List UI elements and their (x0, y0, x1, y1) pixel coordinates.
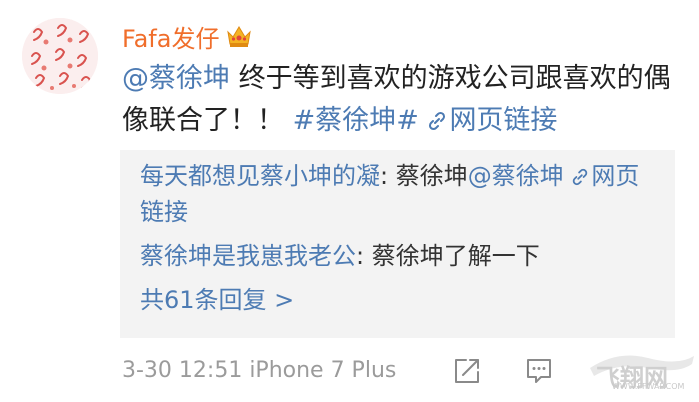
more-replies-link[interactable]: 共61条回复 > (140, 282, 655, 318)
reply-user[interactable]: 蔡徐坤是我崽我老公 (140, 242, 356, 270)
reply-item[interactable]: 每天都想见蔡小坤的凝: 蔡徐坤@蔡徐坤 网页链接 (140, 158, 655, 230)
crown-icon (225, 23, 253, 49)
watermark-url: WWW.FFWAP.COM (612, 382, 685, 391)
reply-item[interactable]: 蔡徐坤是我崽我老公: 蔡徐坤了解一下 (140, 238, 655, 274)
link-icon (427, 102, 447, 131)
reply-mention-link[interactable]: @蔡徐坤 (468, 162, 564, 190)
weblink-label: 网页链接 (449, 105, 558, 136)
post-header: Fafa发仔 (122, 16, 253, 56)
post-content: @蔡徐坤 终于等到喜欢的游戏公司跟喜欢的偶像联合了！！ #蔡徐坤# 网页链接 (122, 58, 682, 142)
username[interactable]: Fafa发仔 (122, 19, 219, 54)
mention-link[interactable]: @蔡徐坤 (122, 63, 230, 94)
reply-text: : 蔡徐坤了解一下 (356, 242, 540, 270)
comment-preview-box[interactable]: 每天都想见蔡小坤的凝: 蔡徐坤@蔡徐坤 网页链接 蔡徐坤是我崽我老公: 蔡徐坤了… (120, 150, 675, 338)
hashtag-link[interactable]: #蔡徐坤# (293, 105, 419, 136)
comment-icon[interactable] (524, 356, 554, 386)
avatar[interactable] (22, 18, 98, 94)
post-timestamp: 3-30 12:51 iPhone 7 Plus (122, 358, 397, 383)
repost-icon[interactable] (452, 356, 482, 386)
weblink[interactable]: 网页链接 (427, 105, 557, 136)
reply-text: : 蔡徐坤 (380, 162, 468, 190)
reply-user[interactable]: 每天都想见蔡小坤的凝 (140, 162, 380, 190)
link-icon (571, 160, 589, 186)
avatar-image (22, 18, 98, 94)
